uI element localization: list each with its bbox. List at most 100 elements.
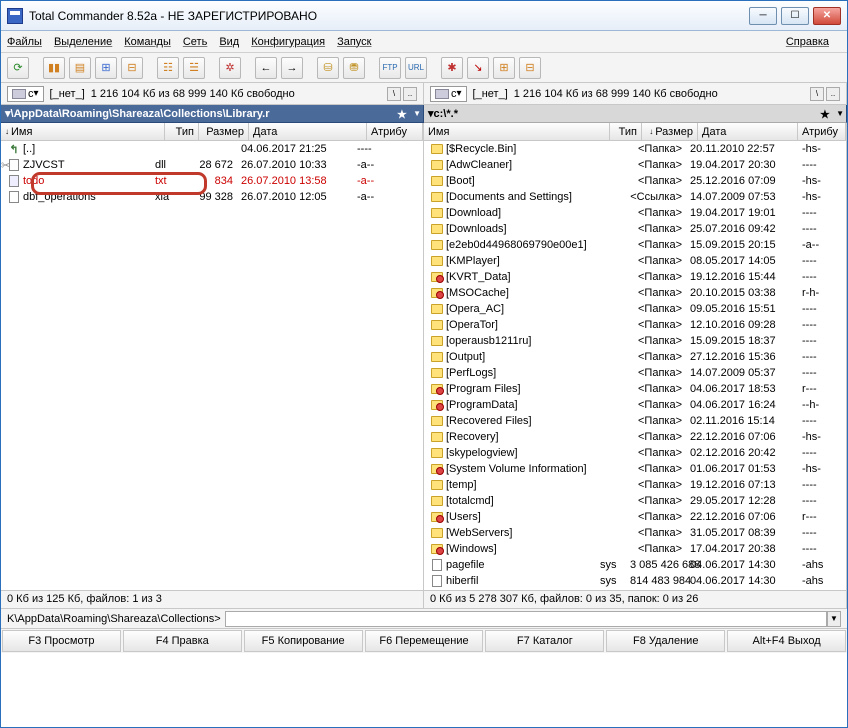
panel-left: ↓Имя Тип Размер Дата Атрибу [..]04.06.20… <box>1 123 424 590</box>
file-row[interactable]: [e2eb0d44968069790e00e1]<Папка>15.09.201… <box>424 237 846 253</box>
file-row[interactable]: [Boot]<Папка>25.12.2016 07:09-hs- <box>424 173 846 189</box>
file-row[interactable]: [Opera_AC]<Папка>09.05.2016 15:51---- <box>424 301 846 317</box>
toolbar-unpack-icon[interactable]: ⛃ <box>343 57 365 79</box>
file-row[interactable]: [$Recycle.Bin]<Папка>20.11.2010 22:57-hs… <box>424 141 846 157</box>
menu-commands[interactable]: Команды <box>124 36 171 48</box>
drive-icon <box>12 89 26 99</box>
function-keys: F3 Просмотр F4 Правка F5 Копирование F6 … <box>1 629 847 653</box>
file-icon <box>7 191 21 203</box>
folder-icon <box>430 511 444 523</box>
file-row[interactable]: [PerfLogs]<Папка>14.07.2009 05:37---- <box>424 365 846 381</box>
file-row[interactable]: [MSOCache]<Папка>20.10.2015 03:38r-h- <box>424 285 846 301</box>
file-row[interactable]: [AdwCleaner]<Папка>19.04.2017 20:30---- <box>424 157 846 173</box>
window-title: Total Commander 8.52a - НЕ ЗАРЕГИСТРИРОВ… <box>29 9 749 23</box>
minimize-button[interactable]: ─ <box>749 7 777 25</box>
file-list-left[interactable]: [..]04.06.2017 21:25----✂ZJVCSTdll28 672… <box>1 141 423 590</box>
file-row[interactable]: pagefilesys3 085 426 68804.06.2017 14:30… <box>424 557 846 573</box>
menu-mark[interactable]: Выделение <box>54 36 112 48</box>
file-row[interactable]: [Documents and Settings]<Ссылка>14.07.20… <box>424 189 846 205</box>
close-button[interactable]: ✕ <box>813 7 841 25</box>
file-row[interactable]: [KMPlayer]<Папка>08.05.2017 14:05---- <box>424 253 846 269</box>
toolbar-notepad-icon[interactable]: ✱ <box>441 57 463 79</box>
menu-help[interactable]: Справка <box>786 36 829 48</box>
titlebar[interactable]: Total Commander 8.52a - НЕ ЗАРЕГИСТРИРОВ… <box>1 1 847 31</box>
file-row[interactable]: [Recovered Files]<Папка>02.11.2016 15:14… <box>424 413 846 429</box>
f6-move-button[interactable]: F6 Перемещение <box>365 630 484 652</box>
toolbar-wand-icon[interactable]: ↘ <box>467 57 489 79</box>
toolbar-brief-icon[interactable]: ▮▮ <box>43 57 65 79</box>
toolbar-refresh-icon[interactable]: ⟳ <box>7 57 29 79</box>
toolbar-pack-icon[interactable]: ⛁ <box>317 57 339 79</box>
file-row[interactable]: [WebServers]<Папка>31.05.2017 08:39---- <box>424 525 846 541</box>
toolbar-url-icon[interactable]: URL <box>405 57 427 79</box>
f3-view-button[interactable]: F3 Просмотр <box>2 630 121 652</box>
f7-mkdir-button[interactable]: F7 Каталог <box>485 630 604 652</box>
right-root-button[interactable]: \ <box>810 87 824 101</box>
statusbar: 0 Кб из 125 Кб, файлов: 1 из 3 0 Кб из 5… <box>1 591 847 609</box>
file-row[interactable]: [Users]<Папка>22.12.2016 07:06r--- <box>424 509 846 525</box>
menu-start[interactable]: Запуск <box>337 36 371 48</box>
toolbar-ftp-icon[interactable]: FTP <box>379 57 401 79</box>
file-row[interactable]: [Program Files]<Папка>04.06.2017 18:53r-… <box>424 381 846 397</box>
file-row[interactable]: [Downloads]<Папка>25.07.2016 09:42---- <box>424 221 846 237</box>
toolbar-back-icon[interactable]: ← <box>255 57 277 79</box>
f8-delete-button[interactable]: F8 Удаление <box>606 630 725 652</box>
history-icon[interactable]: ▼ <box>413 109 421 118</box>
path-right[interactable]: ▾ c:\*.*★▼ <box>424 105 847 123</box>
file-row[interactable]: todotxt83426.07.2010 13:58-a-- <box>1 173 423 189</box>
menu-files[interactable]: Файлы <box>7 36 42 48</box>
command-history-button[interactable]: ▼ <box>827 611 841 627</box>
toolbar-all-icon[interactable]: ☷ <box>157 57 179 79</box>
toolbar-mm2-icon[interactable]: ⊟ <box>519 57 541 79</box>
toolbar-mm1-icon[interactable]: ⊞ <box>493 57 515 79</box>
f4-edit-button[interactable]: F4 Правка <box>123 630 242 652</box>
file-row[interactable]: [Output]<Папка>27.12.2016 15:36---- <box>424 349 846 365</box>
menu-config[interactable]: Конфигурация <box>251 36 325 48</box>
toolbar-fwd-icon[interactable]: → <box>281 57 303 79</box>
file-row[interactable]: [Download]<Папка>19.04.2017 19:01---- <box>424 205 846 221</box>
file-row[interactable]: hiberfilsys814 483 98404.06.2017 14:30-a… <box>424 573 846 589</box>
file-row[interactable]: [..]04.06.2017 21:25---- <box>1 141 423 157</box>
drive-select-right[interactable]: c ▾ <box>430 86 467 102</box>
command-input[interactable] <box>225 611 827 627</box>
toolbar-full-icon[interactable]: ▤ <box>69 57 91 79</box>
file-list-right[interactable]: [$Recycle.Bin]<Папка>20.11.2010 22:57-hs… <box>424 141 846 590</box>
altf4-exit-button[interactable]: Alt+F4 Выход <box>727 630 846 652</box>
file-row[interactable]: [ProgramData]<Папка>04.06.2017 16:24--h- <box>424 397 846 413</box>
path-left[interactable]: ▾ \AppData\Roaming\Shareaza\Collections\… <box>1 105 424 123</box>
left-up-button[interactable]: .. <box>403 87 417 101</box>
maximize-button[interactable]: ☐ <box>781 7 809 25</box>
file-row[interactable]: [Recovery]<Папка>22.12.2016 07:06-hs- <box>424 429 846 445</box>
file-row[interactable]: [OperaTor]<Папка>12.10.2016 09:28---- <box>424 317 846 333</box>
file-row[interactable]: [KVRT_Data]<Папка>19.12.2016 15:44---- <box>424 269 846 285</box>
file-row[interactable]: [System Volume Information]<Папка>01.06.… <box>424 461 846 477</box>
column-header-left[interactable]: ↓Имя Тип Размер Дата Атрибу <box>1 123 423 141</box>
f5-copy-button[interactable]: F5 Копирование <box>244 630 363 652</box>
file-row[interactable]: [skypelogview]<Папка>02.12.2016 20:42---… <box>424 445 846 461</box>
file-row[interactable]: ✂ZJVCSTdll28 67226.07.2010 10:33-a-- <box>1 157 423 173</box>
file-row[interactable]: dbf_operationsxla99 32826.07.2010 12:05-… <box>1 189 423 205</box>
drive-select-left[interactable]: c ▾ <box>7 86 44 102</box>
toolbar-thumb-icon[interactable]: ⊞ <box>95 57 117 79</box>
folder-icon <box>430 175 444 187</box>
file-row[interactable]: [temp]<Папка>19.12.2016 07:13---- <box>424 477 846 493</box>
fav-icon[interactable]: ★ <box>820 108 832 120</box>
toolbar-tree-icon[interactable]: ⊟ <box>121 57 143 79</box>
folder-icon <box>430 239 444 251</box>
folder-icon <box>430 335 444 347</box>
right-up-button[interactable]: .. <box>826 87 840 101</box>
left-root-button[interactable]: \ <box>387 87 401 101</box>
file-icon <box>7 159 21 171</box>
menu-show[interactable]: Вид <box>219 36 239 48</box>
drivebar: c ▾ [_нет_] 1 216 104 Кб из 68 999 140 К… <box>1 83 847 105</box>
toolbar-invert-icon[interactable]: ✲ <box>219 57 241 79</box>
column-header-right[interactable]: Имя Тип ↓Размер Дата Атрибу <box>424 123 846 141</box>
file-row[interactable]: [totalcmd]<Папка>29.05.2017 12:28---- <box>424 493 846 509</box>
fav-icon[interactable]: ★ <box>397 108 409 120</box>
folder-icon <box>430 143 444 155</box>
toolbar-prog-icon[interactable]: ☱ <box>183 57 205 79</box>
history-icon[interactable]: ▼ <box>836 109 844 118</box>
file-row[interactable]: [Windows]<Папка>17.04.2017 20:38---- <box>424 541 846 557</box>
file-row[interactable]: [operausb1211ru]<Папка>15.09.2015 18:37-… <box>424 333 846 349</box>
menu-net[interactable]: Сеть <box>183 36 207 48</box>
